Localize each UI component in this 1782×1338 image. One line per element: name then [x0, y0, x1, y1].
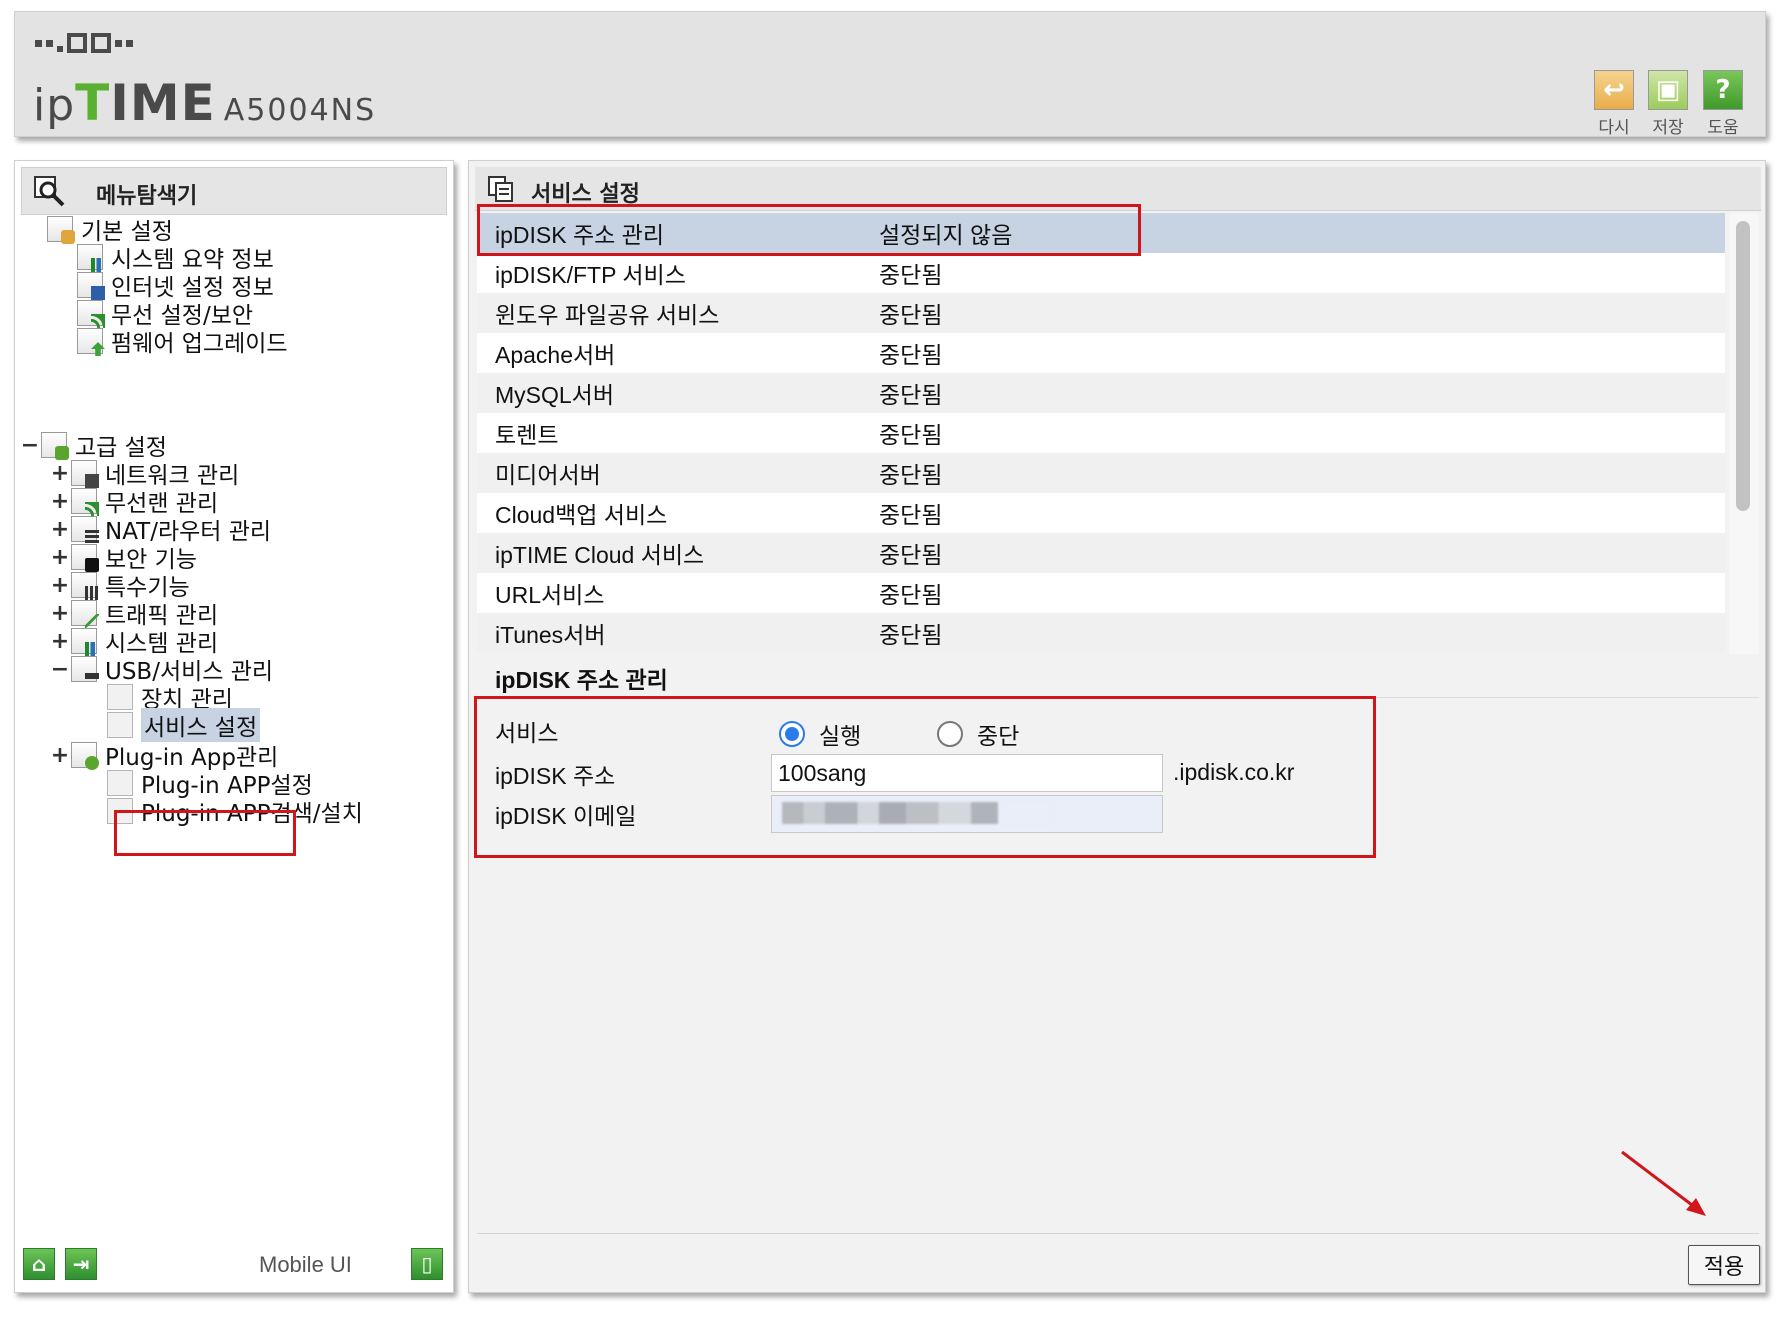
highlight-box-ipdisk-row — [477, 204, 1141, 256]
bar-chart-icon — [71, 628, 99, 656]
page-icon — [107, 712, 133, 738]
red-arrow-icon — [1621, 1150, 1706, 1216]
header-bar: ipTIME A5004NS ↩ 다시 ▣ 저장 ? 도움 — [14, 11, 1766, 138]
service-row-media-server[interactable]: 미디어서버 중단됨 — [477, 453, 1725, 493]
highlight-box-ipdisk-form — [474, 696, 1376, 858]
page-icon — [107, 684, 133, 710]
page-icon — [107, 770, 133, 796]
mobile-ui-link[interactable]: Mobile UI — [259, 1252, 352, 1278]
service-list: ipDISK 주소 관리 설정되지 않음 ipDISK/FTP 서비스 중단됨 … — [477, 213, 1725, 654]
monitor-icon — [77, 272, 105, 300]
collapse-icon[interactable]: − — [49, 657, 71, 682]
service-row-iptime-cloud[interactable]: ipTIME Cloud 서비스 중단됨 — [477, 533, 1725, 573]
undo-icon: ↩ — [1594, 70, 1634, 110]
save-button[interactable]: ▣ 저장 — [1643, 70, 1693, 138]
service-row-itunes[interactable]: iTunes서버 중단됨 — [477, 613, 1725, 653]
expand-icon[interactable]: + — [49, 573, 71, 598]
save-icon: ▣ — [1648, 70, 1688, 110]
menu-explorer-header: 메뉴탐색기 — [21, 167, 447, 215]
highlight-box-service-settings — [114, 810, 296, 856]
service-row-ipdisk-ftp[interactable]: ipDISK/FTP 서비스 중단됨 — [477, 253, 1725, 293]
undo-button[interactable]: ↩ 다시 — [1589, 70, 1639, 138]
collapse-icon[interactable]: − — [19, 433, 41, 458]
sidebar-footer: ⌂ ⇥ Mobile UI ▯ — [23, 1244, 447, 1284]
help-icon: ? — [1703, 70, 1743, 110]
brand-logo: ipTIME A5004NS — [33, 74, 377, 132]
iptime-logo-mark — [35, 33, 133, 53]
service-row-torrent[interactable]: 토렌트 중단됨 — [477, 413, 1725, 453]
model-name: A5004NS — [223, 93, 377, 128]
service-row-url[interactable]: URL서비스 중단됨 — [477, 573, 1725, 613]
plugin-icon — [71, 742, 99, 770]
bar-chart-icon — [77, 244, 105, 272]
expand-icon[interactable]: + — [49, 601, 71, 626]
wifi-icon — [77, 300, 105, 328]
apply-button[interactable]: 적용 — [1688, 1245, 1760, 1285]
lock-icon — [71, 544, 99, 572]
scrollbar-thumb[interactable] — [1736, 221, 1750, 511]
tree-item-firmware-upgrade[interactable]: 펌웨어 업그레이드 — [77, 326, 288, 357]
pages-icon — [488, 176, 513, 202]
service-row-mysql[interactable]: MySQL서버 중단됨 — [477, 373, 1725, 413]
expand-icon[interactable]: + — [49, 629, 71, 654]
folder-settings-icon — [41, 432, 69, 460]
expand-icon[interactable]: + — [49, 461, 71, 486]
divider — [477, 1233, 1759, 1234]
folder-settings-icon — [47, 216, 75, 244]
upgrade-arrow-icon — [77, 328, 103, 354]
router-icon — [71, 516, 99, 544]
traffic-graph-icon — [71, 600, 99, 628]
menu-explorer-panel: 메뉴탐색기 기본 설정 시스템 요약 정보 인터넷 설정 정보 무선 설정/보안… — [14, 160, 454, 1293]
mobile-phone-icon[interactable]: ▯ — [411, 1248, 443, 1280]
service-row-cloud-backup[interactable]: Cloud백업 서비스 중단됨 — [477, 493, 1725, 533]
help-button[interactable]: ? 도움 — [1698, 70, 1748, 138]
home-icon[interactable]: ⌂ — [23, 1248, 55, 1280]
tree-item-service-settings[interactable]: 서비스 설정 — [107, 708, 261, 742]
service-row-apache[interactable]: Apache서버 중단됨 — [477, 333, 1725, 373]
usb-icon — [71, 656, 99, 682]
expand-icon[interactable]: + — [49, 743, 71, 768]
magnifier-icon — [34, 176, 65, 207]
grid-icon — [71, 572, 99, 600]
network-icon — [71, 460, 99, 488]
service-row-windows-share[interactable]: 윈도우 파일공유 서비스 중단됨 — [477, 293, 1725, 333]
menu-explorer-title: 메뉴탐색기 — [96, 184, 198, 209]
logout-icon[interactable]: ⇥ — [65, 1248, 97, 1280]
expand-icon[interactable]: + — [49, 517, 71, 542]
expand-icon[interactable]: + — [49, 545, 71, 570]
section-title: ipDISK 주소 관리 — [495, 667, 668, 693]
expand-icon[interactable]: + — [49, 489, 71, 514]
wifi-icon — [71, 488, 99, 516]
